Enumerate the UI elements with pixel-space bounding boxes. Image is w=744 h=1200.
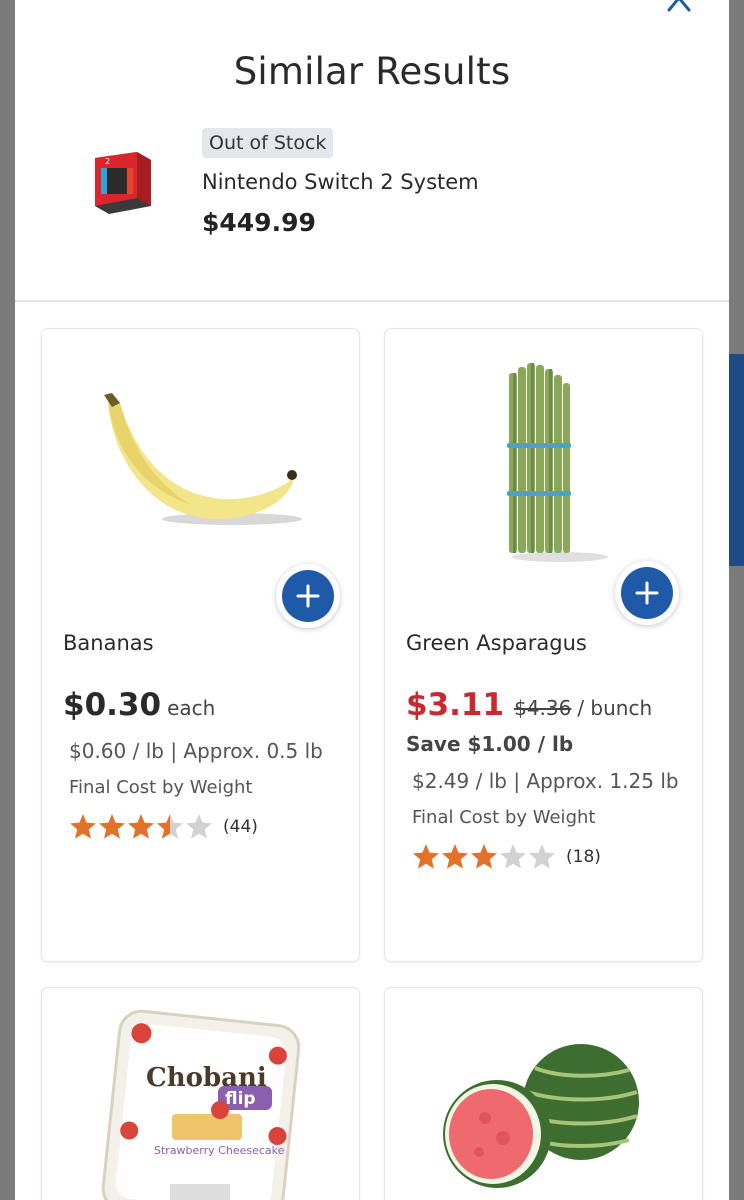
- price-row: $0.30 each: [63, 687, 215, 723]
- star-icon: [413, 844, 555, 869]
- plus-icon: [296, 584, 320, 608]
- product-image-chobani-flip: Chobani flip Strawberry Cheesecake: [42, 988, 359, 1200]
- product-price: $0.30: [63, 687, 162, 723]
- product-card[interactable]: [385, 988, 702, 1200]
- product-card[interactable]: Green Asparagus $3.11 $4.36/ bunch Save $…: [385, 329, 702, 961]
- close-icon: [667, 0, 691, 12]
- product-name[interactable]: Bananas: [63, 631, 154, 655]
- final-cost-note: Final Cost by Weight: [412, 807, 596, 828]
- svg-text:2: 2: [105, 157, 110, 166]
- review-count: (18): [566, 847, 601, 867]
- product-image-banana: [42, 329, 359, 569]
- price-per-lb: $2.49 / lb | Approx. 1.25 lb: [412, 769, 679, 793]
- sub-brand-text: flip: [225, 1089, 256, 1109]
- add-to-cart-button[interactable]: [615, 561, 679, 625]
- price-unit: each: [167, 696, 216, 720]
- product-card[interactable]: Bananas $0.30 each $0.60 / lb | Approx. 0…: [42, 329, 359, 961]
- plus-icon: [635, 581, 659, 605]
- price-row: $3.11 $4.36/ bunch: [406, 687, 652, 723]
- star-icon: [70, 814, 212, 839]
- close-button[interactable]: [661, 0, 701, 14]
- add-to-cart-button[interactable]: [276, 564, 340, 628]
- background-page-strip: [729, 354, 744, 566]
- product-thumbnail: 2: [93, 150, 155, 216]
- star-rating: (44): [69, 813, 258, 841]
- price-unit: / bunch: [577, 696, 653, 720]
- out-of-stock-product: 2 Out of Stock Nintendo Switch 2 System …: [15, 120, 729, 300]
- sale-price: $3.11: [406, 687, 505, 723]
- out-of-stock-product-name: Nintendo Switch 2 System: [202, 170, 479, 194]
- out-of-stock-product-price: $449.99: [202, 208, 316, 237]
- similar-results-modal: Similar Results 2 Out of Stock Nintendo …: [15, 0, 729, 1200]
- star-rating: (18): [412, 843, 601, 871]
- flavor-text: Strawberry Cheesecake: [154, 1144, 285, 1157]
- price-per-lb: $0.60 / lb | Approx. 0.5 lb: [69, 739, 323, 763]
- review-count: (44): [223, 817, 258, 837]
- out-of-stock-badge: Out of Stock: [202, 128, 334, 158]
- product-image-watermelon: [385, 988, 702, 1200]
- section-divider: [15, 300, 729, 302]
- product-image-asparagus: [385, 329, 702, 569]
- savings-text: Save $1.00 / lb: [406, 732, 574, 756]
- modal-title: Similar Results: [233, 50, 511, 93]
- product-card[interactable]: Chobani flip Strawberry Cheesecake: [42, 988, 359, 1200]
- product-name[interactable]: Green Asparagus: [406, 631, 587, 655]
- final-cost-note: Final Cost by Weight: [69, 777, 253, 798]
- original-price: $4.36: [514, 696, 572, 720]
